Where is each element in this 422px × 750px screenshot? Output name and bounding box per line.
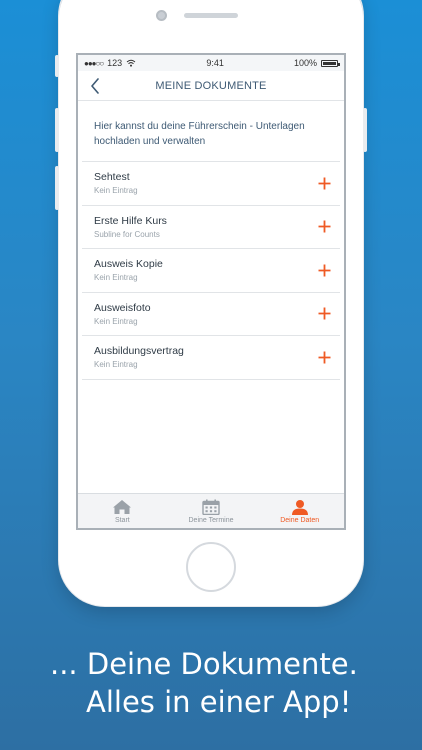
document-title: Erste Hilfe Kurs <box>94 214 167 227</box>
side-button <box>363 108 367 152</box>
caption-line-2: Alles in einer App! <box>86 685 352 719</box>
side-button <box>55 166 59 210</box>
document-subtitle: Kein Eintrag <box>94 360 138 370</box>
home-icon <box>113 499 132 514</box>
document-item-ausbildungsvertrag[interactable]: Ausbildungsvertrag Kein Eintrag <box>82 336 340 380</box>
tab-deine-daten[interactable]: Deine Daten <box>255 494 344 528</box>
tab-label: Deine Daten <box>280 516 320 524</box>
speaker <box>184 13 238 18</box>
plus-icon[interactable] <box>316 219 332 235</box>
user-icon <box>291 499 308 515</box>
plus-icon[interactable] <box>316 349 332 365</box>
battery-icon <box>320 59 340 67</box>
document-subtitle: Subline for Counts <box>94 229 160 239</box>
chevron-left-icon[interactable] <box>86 76 104 96</box>
document-title: Ausweisfoto <box>94 301 151 314</box>
intro-text: Hier kannst du deine Führerschein - Unte… <box>82 101 340 162</box>
documents-list: Sehtest Kein Eintrag Erste Hilfe Kurs Su… <box>82 162 340 380</box>
tab-bar: Start Deine Termine Deine Daten <box>78 493 344 528</box>
tab-start[interactable]: Start <box>78 494 167 528</box>
document-item-erste-hilfe-kurs[interactable]: Erste Hilfe Kurs Subline for Counts <box>82 206 340 249</box>
battery-percent: 100% <box>293 58 317 68</box>
document-title: Sehtest <box>94 171 130 184</box>
plus-icon[interactable] <box>316 175 332 191</box>
camera <box>156 10 167 21</box>
page-title: MEINE DOKUMENTE <box>155 79 267 92</box>
document-item-ausweisfoto[interactable]: Ausweisfoto Kein Eintrag <box>82 293 340 336</box>
nav-bar: MEINE DOKUMENTE <box>78 71 344 101</box>
status-time: 9:41 <box>206 58 224 68</box>
tab-deine-termine[interactable]: Deine Termine <box>167 494 256 528</box>
document-subtitle: Kein Eintrag <box>94 186 138 196</box>
signal-icon: ●●●○○ <box>84 58 104 68</box>
phone-screen: ●●●○○ 123 9:41 100% MEINE DOKUMENTE Hier… <box>76 53 346 530</box>
side-button <box>55 108 59 152</box>
plus-icon[interactable] <box>316 306 332 322</box>
calendar-icon <box>202 499 220 515</box>
documents-content: Hier kannst du deine Führerschein - Unte… <box>78 101 344 380</box>
status-bar: ●●●○○ 123 9:41 100% <box>78 55 344 71</box>
plus-icon[interactable] <box>316 262 332 278</box>
home-button[interactable] <box>186 542 236 592</box>
document-title: Ausbildungsvertrag <box>94 345 184 358</box>
side-button <box>55 55 59 77</box>
tab-label: Deine Termine <box>188 516 234 524</box>
document-title: Ausweis Kopie <box>94 258 163 271</box>
document-subtitle: Kein Eintrag <box>94 316 138 326</box>
wifi-icon <box>126 59 136 67</box>
document-subtitle: Kein Eintrag <box>94 273 138 283</box>
document-item-sehtest[interactable]: Sehtest Kein Eintrag <box>82 162 340 206</box>
carrier-label: 123 <box>107 58 123 68</box>
tab-label: Start <box>114 516 130 524</box>
document-item-ausweis-kopie[interactable]: Ausweis Kopie Kein Eintrag <box>82 249 340 293</box>
caption-line-1: ... Deine Dokumente. <box>50 647 358 681</box>
